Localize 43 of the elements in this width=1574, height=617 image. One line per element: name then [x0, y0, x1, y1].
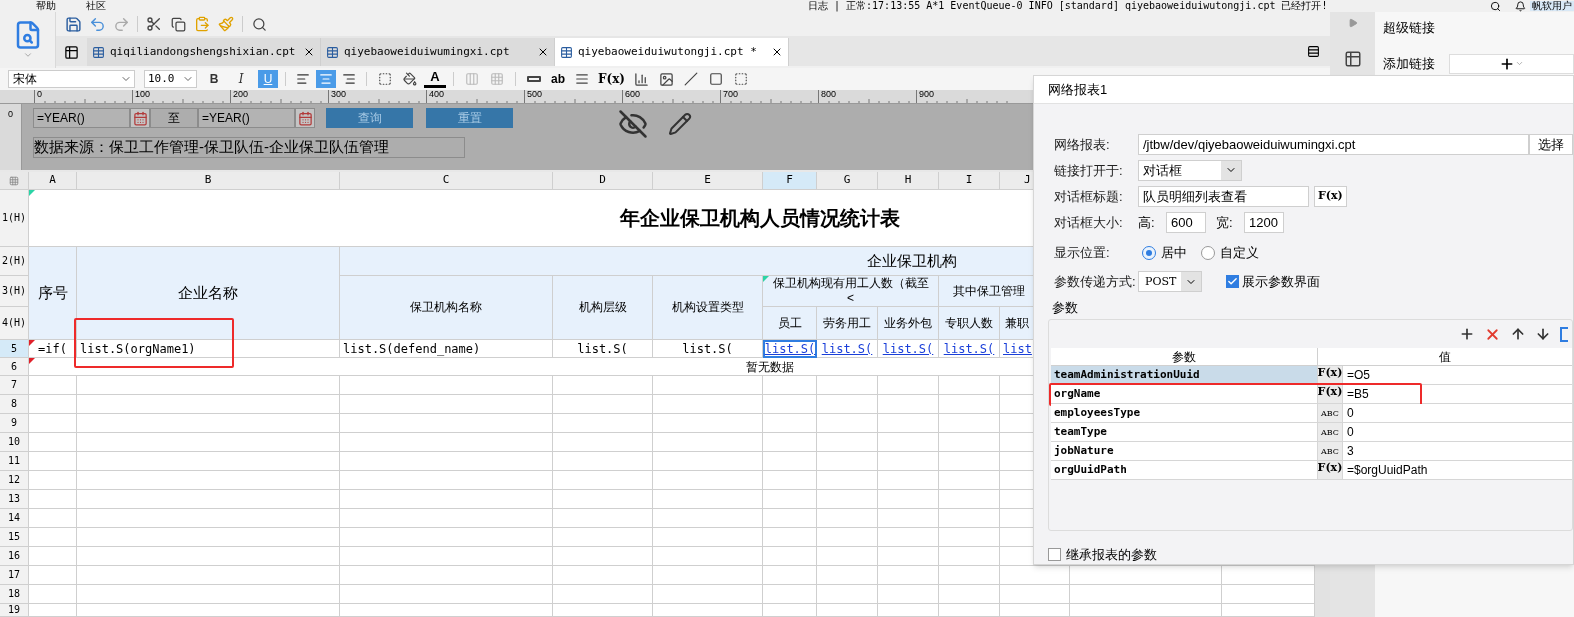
ruler-label: 100: [135, 90, 151, 99]
field-label: 参数传递方式:: [1054, 273, 1137, 291]
ruler-label: 0: [8, 110, 13, 121]
ruler-label: 200: [233, 90, 249, 99]
ruler-label: 500: [527, 90, 543, 99]
ruler-label: 700: [723, 90, 739, 99]
header-label: 序号: [37, 283, 68, 303]
header-label: 兼职: [1005, 315, 1029, 331]
dialog-title: 网络报表1: [1048, 80, 1108, 99]
data-source-label: 数据来源：保卫工作管理-保卫队伍-企业保卫队伍管理: [33, 137, 465, 158]
separator-label: 至: [150, 108, 198, 128]
ruler-label: 400: [429, 90, 445, 99]
ruler-label: 600: [625, 90, 641, 99]
header-label: 机构设置类型: [671, 300, 744, 315]
ruler-label: 900: [919, 90, 935, 99]
header-label: 业务外包: [884, 315, 932, 331]
log-message: 日志 | 正常:17:13:55 A*1 EventQueue-0 INFO [standard] qiyebaoweiduiwutongji.cpt 已经打开!: [808, 1, 1328, 11]
header-label: 企业名称: [178, 283, 238, 303]
header-label: 专职人数: [945, 315, 993, 331]
header-label: 企业保卫机构: [867, 251, 957, 271]
field-label: 宽:: [1216, 213, 1234, 232]
field-label: 添加链接: [1383, 54, 1435, 73]
header-label: 机构层级: [578, 300, 627, 315]
header-label: 其中保卫管理: [953, 283, 1025, 299]
field-label: 高:: [1138, 213, 1156, 232]
title-text: 年企业保卫机构人员情况统计表: [619, 205, 900, 232]
section-label: 参数: [1052, 298, 1079, 317]
header-label: 保卫机构现有用工人数（截至: [772, 276, 929, 291]
field-label: 显示位置:: [1054, 244, 1111, 262]
field-label: 对话框标题:: [1054, 187, 1124, 206]
field-label: 网络报表:: [1054, 135, 1111, 154]
header-label: 保卫机构名称: [410, 300, 482, 315]
ruler-label: 0: [37, 90, 42, 99]
header-label: 员工: [777, 315, 802, 331]
column-header: 值: [1438, 349, 1452, 366]
field-label: 对话框大小:: [1054, 213, 1124, 232]
ruler-label: 800: [821, 90, 837, 99]
empty-message: 暂无数据: [745, 358, 794, 376]
header-label: <: [847, 291, 854, 306]
panel-title: 超级链接: [1383, 19, 1436, 37]
ruler-label: 300: [331, 90, 347, 99]
column-header: 参数: [1051, 348, 1318, 366]
header-label: 劳务用工: [823, 315, 871, 331]
